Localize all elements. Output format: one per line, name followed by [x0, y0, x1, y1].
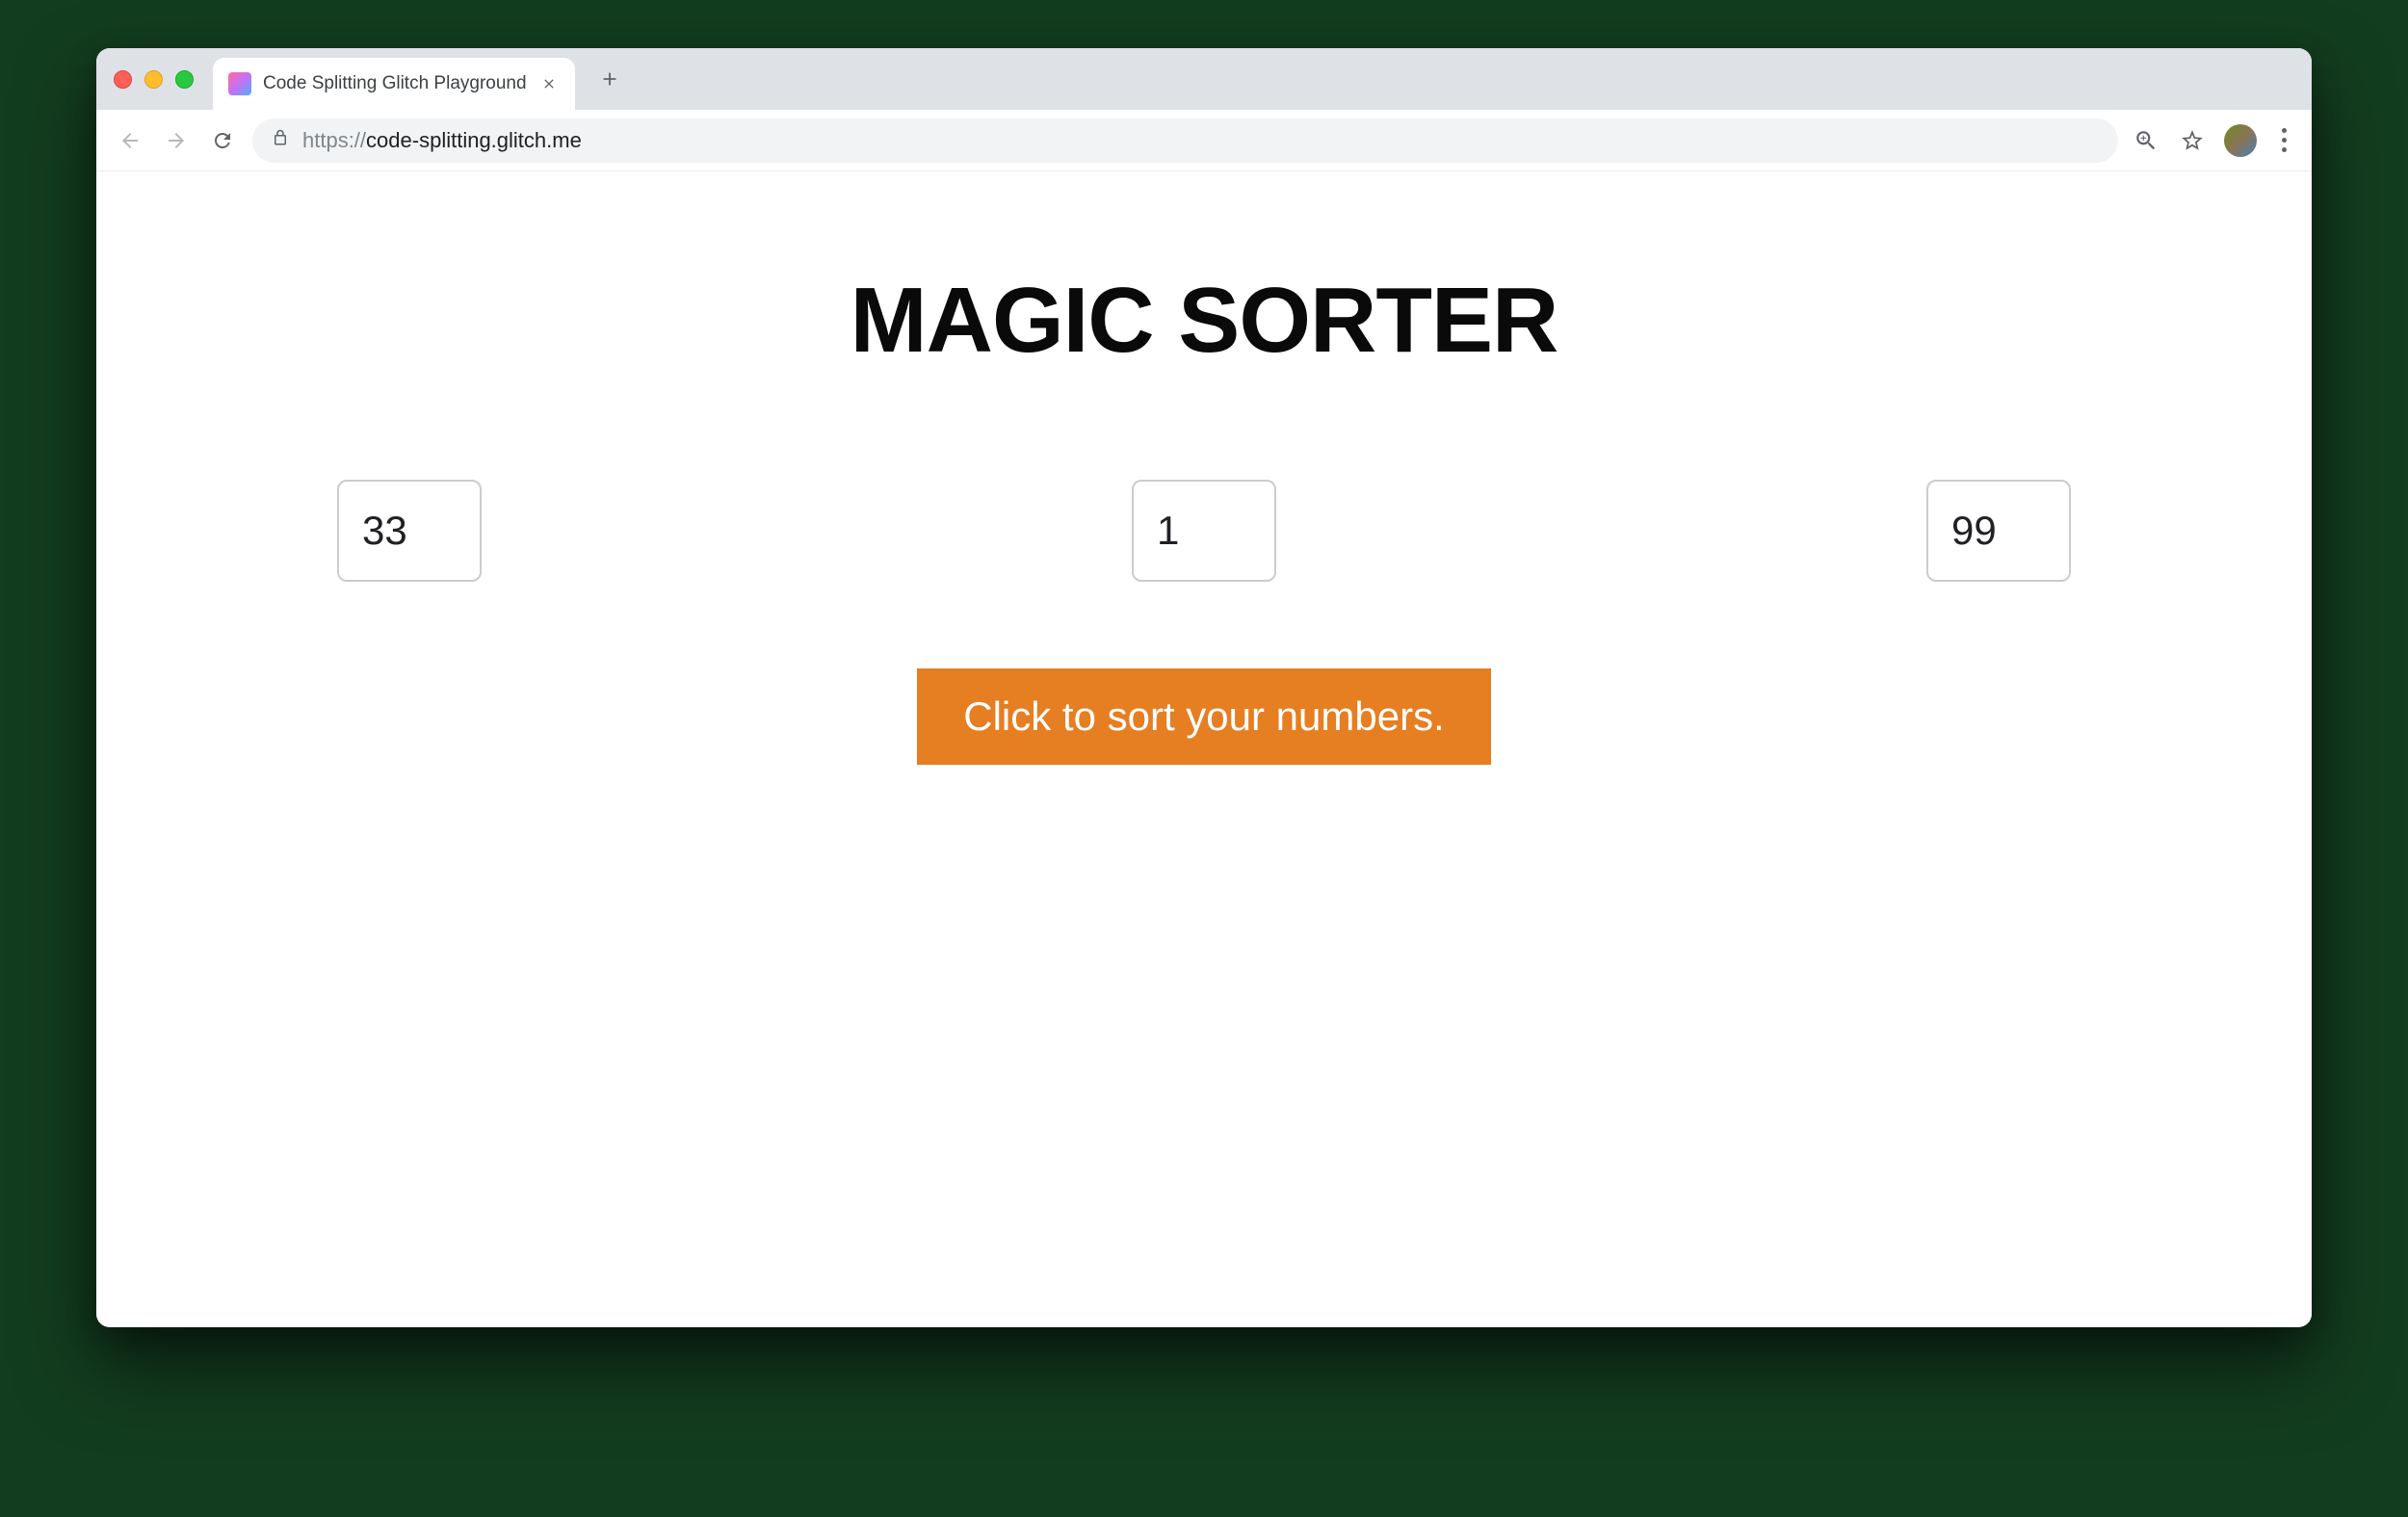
window-maximize-button[interactable] [175, 70, 194, 89]
page-content: MAGIC SORTER Click to sort your numbers. [96, 171, 2312, 1327]
star-icon[interactable] [2178, 126, 2207, 155]
number-input-1[interactable] [337, 480, 482, 582]
menu-button[interactable] [2274, 124, 2294, 156]
lock-icon [272, 129, 289, 151]
tab-bar: Code Splitting Glitch Playground [96, 48, 2312, 110]
address-bar: https://code-splitting.glitch.me [96, 110, 2312, 171]
window-close-button[interactable] [114, 70, 132, 89]
close-tab-icon[interactable] [538, 73, 560, 94]
favicon-icon [228, 72, 251, 95]
number-input-3[interactable] [1926, 480, 2071, 582]
sort-button[interactable]: Click to sort your numbers. [917, 668, 1491, 765]
tab-title: Code Splitting Glitch Playground [263, 73, 527, 94]
new-tab-button[interactable] [590, 60, 629, 98]
number-input-2[interactable] [1132, 480, 1276, 582]
page-title: MAGIC SORTER [851, 268, 1558, 374]
forward-button[interactable] [160, 124, 193, 157]
window-controls [114, 70, 194, 89]
profile-avatar[interactable] [2224, 124, 2257, 157]
toolbar-icons [2132, 124, 2294, 157]
window-minimize-button[interactable] [144, 70, 163, 89]
url-field[interactable]: https://code-splitting.glitch.me [252, 118, 2118, 163]
back-button[interactable] [114, 124, 146, 157]
zoom-icon[interactable] [2132, 126, 2160, 155]
browser-tab[interactable]: Code Splitting Glitch Playground [213, 58, 575, 110]
reload-button[interactable] [206, 124, 239, 157]
number-inputs-row [337, 480, 2071, 582]
url-text: https://code-splitting.glitch.me [302, 128, 582, 153]
browser-window: Code Splitting Glitch Playground https:/… [96, 48, 2312, 1327]
